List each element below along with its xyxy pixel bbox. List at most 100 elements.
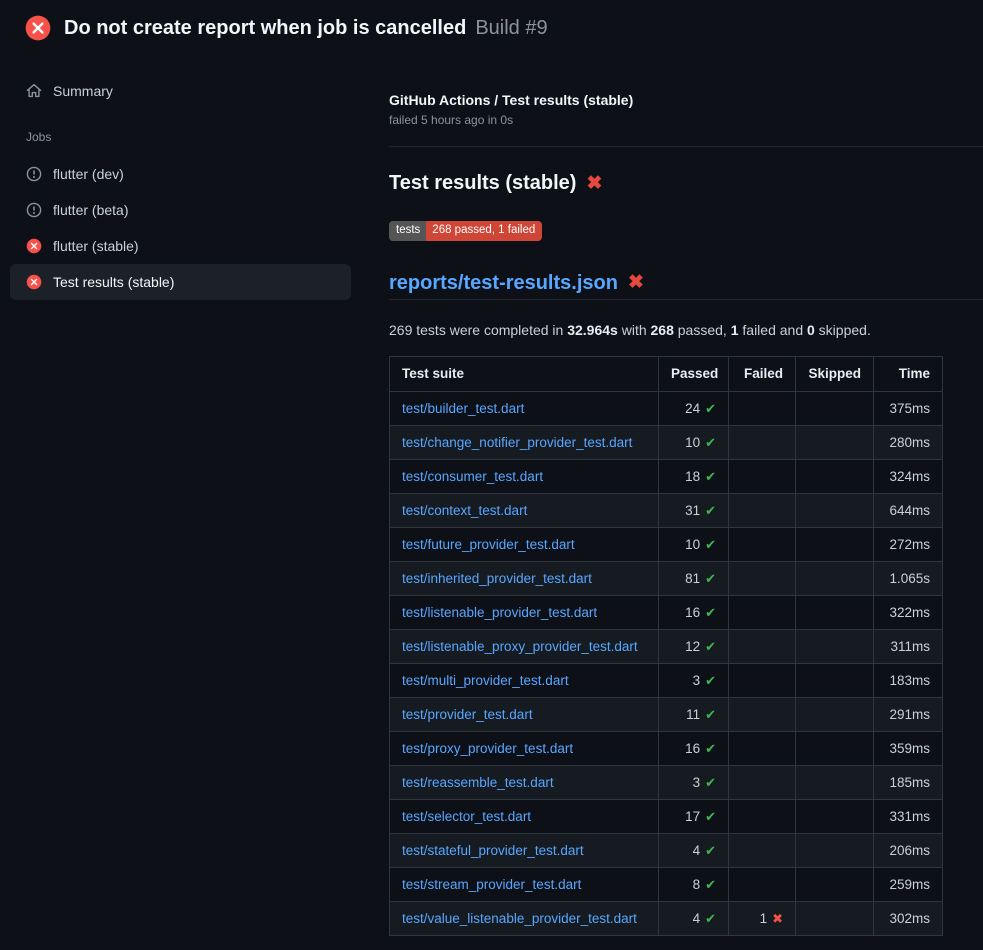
suite-cell: test/change_notifier_provider_test.dart (390, 425, 659, 459)
passed-cell: 31✔ (659, 493, 729, 527)
tests-badge: tests 268 passed, 1 failed (389, 221, 542, 241)
summary-skipped-count: 0 (807, 322, 815, 338)
summary-duration: 32.964s (567, 322, 618, 338)
report-file-link[interactable]: reports/test-results.json (389, 269, 618, 297)
suite-link[interactable]: test/builder_test.dart (402, 401, 524, 416)
passed-count: 4 (693, 911, 701, 926)
failed-cell: ✖ (729, 833, 796, 867)
failed-cell: ✖ (729, 527, 796, 561)
time-cell: 291ms (874, 697, 943, 731)
passed-cell: 16 ✔ (659, 595, 729, 629)
table-row: test/context_test.dart 31✔ ✖ 644ms (390, 493, 943, 527)
check-icon: ✔ (705, 401, 716, 416)
suite-link[interactable]: test/reassemble_test.dart (402, 775, 554, 790)
time-cell: 359ms (874, 731, 943, 765)
table-row: test/consumer_test.dart 18✔ ✖ 324ms (390, 459, 943, 493)
suite-link[interactable]: test/listenable_proxy_provider_test.dart (402, 639, 638, 654)
suite-link[interactable]: test/multi_provider_test.dart (402, 673, 569, 688)
time-cell: 185ms (874, 765, 943, 799)
skipped-cell (796, 901, 874, 935)
suite-link[interactable]: test/stateful_provider_test.dart (402, 843, 584, 858)
check-icon: ✔ (705, 605, 716, 620)
section-title: Test results (stable) ✖ (389, 169, 983, 197)
table-row: test/builder_test.dart 24✔ ✖ 375ms (390, 391, 943, 425)
breadcrumb: GitHub Actions / Test results (stable) (389, 90, 983, 110)
skipped-cell (796, 663, 874, 697)
suite-cell: test/proxy_provider_test.dart (390, 731, 659, 765)
passed-count: 8 (693, 877, 701, 892)
header-test-suite: Test suite (390, 356, 659, 391)
check-run-header: Do not create report when job is cancell… (0, 0, 983, 56)
skipped-cell (796, 867, 874, 901)
failed-x-icon: ✖ (628, 273, 644, 292)
suite-link[interactable]: test/context_test.dart (402, 503, 527, 518)
passed-count: 16 (685, 605, 700, 620)
skipped-cell (796, 527, 874, 561)
table-row: test/stream_provider_test.dart 8✔ ✖ 259m… (390, 867, 943, 901)
suite-cell: test/listenable_proxy_provider_test.dart (390, 629, 659, 663)
suite-link[interactable]: test/change_notifier_provider_test.dart (402, 435, 632, 450)
table-row: test/stateful_provider_test.dart 4✔ ✖ 20… (390, 833, 943, 867)
passed-cell: 12✔ (659, 629, 729, 663)
sidebar-item-flutter-stable[interactable]: flutter (stable) (10, 228, 351, 264)
sidebar-item-flutter-dev[interactable]: flutter (dev) (10, 156, 351, 192)
failed-cell: ✖ (729, 493, 796, 527)
time-cell: 206ms (874, 833, 943, 867)
suite-cell: test/builder_test.dart (390, 391, 659, 425)
table-row: test/change_notifier_provider_test.dart … (390, 425, 943, 459)
sidebar-item-label: flutter (dev) (53, 166, 124, 182)
sidebar-item-test-results-stable[interactable]: Test results (stable) (10, 264, 351, 300)
check-icon: ✔ (705, 673, 716, 688)
failed-cell: ✖ (729, 867, 796, 901)
suite-link[interactable]: test/future_provider_test.dart (402, 537, 575, 552)
failed-cell: ✖ (729, 561, 796, 595)
passed-cell: 24✔ (659, 391, 729, 425)
suite-link[interactable]: test/value_listenable_provider_test.dart (402, 911, 637, 926)
failed-circle-icon (26, 238, 42, 254)
passed-count: 11 (686, 707, 700, 722)
sidebar-item-label: flutter (stable) (53, 238, 139, 254)
skipped-cell (796, 391, 874, 425)
time-cell: 375ms (874, 391, 943, 425)
sidebar-item-label: flutter (beta) (53, 202, 128, 218)
passed-cell: 4✔ (659, 901, 729, 935)
passed-count: 4 (693, 843, 701, 858)
suite-link[interactable]: test/consumer_test.dart (402, 469, 543, 484)
page-title: Do not create report when job is cancell… (64, 17, 466, 40)
suite-link[interactable]: test/provider_test.dart (402, 707, 533, 722)
failed-cell: 1✖ (729, 901, 796, 935)
failed-circle-icon (26, 274, 42, 290)
sidebar-item-summary[interactable]: Summary (10, 74, 351, 108)
check-icon: ✔ (705, 911, 716, 926)
check-icon: ✔ (705, 435, 716, 450)
failed-cell: ✖ (729, 391, 796, 425)
check-icon: ✔ (705, 639, 716, 654)
table-row: test/listenable_proxy_provider_test.dart… (390, 629, 943, 663)
passed-cell: 3✔ (659, 663, 729, 697)
summary-text: with (618, 322, 651, 338)
build-number: Build #9 (475, 17, 547, 40)
passed-cell: 10✔ (659, 425, 729, 459)
suite-link[interactable]: test/selector_test.dart (402, 809, 531, 824)
suite-link[interactable]: test/inherited_provider_test.dart (402, 571, 592, 586)
passed-count: 16 (685, 741, 700, 756)
failed-cell: ✖ (729, 765, 796, 799)
suite-link[interactable]: test/proxy_provider_test.dart (402, 741, 573, 756)
suite-cell: test/value_listenable_provider_test.dart (390, 901, 659, 935)
suite-cell: test/consumer_test.dart (390, 459, 659, 493)
passed-count: 31 (685, 503, 700, 518)
sidebar-item-flutter-beta[interactable]: flutter (beta) (10, 192, 351, 228)
results-table-body: test/builder_test.dart 24✔ ✖ 375ms test/… (390, 391, 943, 935)
check-icon: ✔ (705, 741, 716, 756)
suite-link[interactable]: test/stream_provider_test.dart (402, 877, 581, 892)
check-icon: ✔ (705, 707, 716, 722)
table-row: test/future_provider_test.dart 10✔ ✖ 272… (390, 527, 943, 561)
report-heading: reports/test-results.json ✖ (389, 269, 983, 300)
check-icon: ✔ (705, 537, 716, 552)
suite-link[interactable]: test/listenable_provider_test.dart (402, 605, 597, 620)
passed-cell: 18✔ (659, 459, 729, 493)
sidebar: Summary Jobs flutter (dev) flutter (beta… (0, 56, 389, 300)
suite-cell: test/future_provider_test.dart (390, 527, 659, 561)
summary-text: 269 tests were completed in (389, 322, 567, 338)
passed-count: 81 (685, 571, 700, 586)
